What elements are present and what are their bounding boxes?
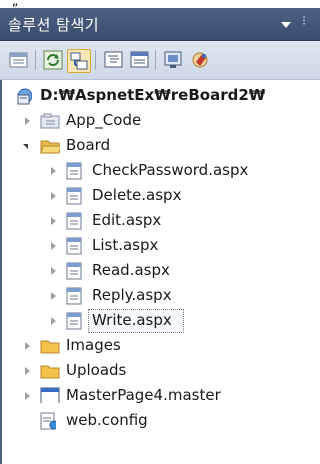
aspx-file-icon: [66, 237, 82, 255]
tree-item-label: Uploads: [66, 361, 127, 379]
expand-icon[interactable]: [25, 117, 30, 125]
tree-item-checkpassword-aspx[interactable]: CheckPassword.aspx: [2, 159, 320, 183]
tree-item-label: List.aspx: [92, 236, 159, 254]
expand-icon[interactable]: [51, 242, 56, 250]
chevron-down-icon[interactable]: [281, 22, 291, 28]
panel-title: 솔루션 탐색기: [8, 16, 100, 34]
tree-item-reply-aspx[interactable]: Reply.aspx: [2, 284, 320, 308]
tree-item-write-aspx[interactable]: Write.aspx: [2, 309, 320, 333]
expand-icon[interactable]: [25, 367, 30, 375]
view-code-button[interactable]: [103, 49, 125, 71]
tree-item-web-config[interactable]: web.config: [2, 409, 320, 433]
tree-item-label: Images: [66, 336, 121, 354]
tree-item-label: MasterPage4.master: [66, 386, 221, 404]
aspx-file-icon: [66, 287, 82, 305]
tree-item-uploads[interactable]: Uploads: [2, 359, 320, 383]
copy-website-icon: [164, 51, 182, 68]
aspx-file-icon: [66, 187, 82, 205]
tree-root-label: D:₩AspnetEx₩reBoard2₩: [40, 86, 266, 104]
view-code-icon: [104, 51, 123, 68]
tree-item-label: Board: [66, 136, 111, 154]
nest-related-files-button[interactable]: [67, 49, 91, 73]
open-folder-icon: [40, 140, 60, 154]
special-folder-icon: [40, 113, 60, 129]
aspx-file-icon: [66, 162, 82, 180]
tree-item-label: Read.aspx: [92, 261, 170, 279]
properties-button[interactable]: [8, 49, 30, 71]
expand-icon[interactable]: [51, 292, 56, 300]
folder-icon: [40, 365, 60, 379]
tree-item-board[interactable]: Board: [2, 134, 320, 158]
tree-item-app-code[interactable]: App_Code: [2, 109, 320, 133]
refresh-button[interactable]: [42, 49, 64, 71]
expand-icon[interactable]: [25, 392, 30, 400]
tree-item-delete-aspx[interactable]: Delete.aspx: [2, 184, 320, 208]
expand-icon[interactable]: [51, 317, 56, 325]
aspx-file-icon: [66, 312, 82, 330]
tree-item-label: App_Code: [66, 111, 142, 129]
top-strip: „: [0, 0, 320, 8]
tree-item-label: Reply.aspx: [92, 286, 172, 304]
aspx-file-icon: [66, 262, 82, 280]
collapse-icon[interactable]: [23, 144, 28, 149]
pin-icon[interactable]: ⁝: [302, 14, 320, 34]
tree-item-masterpage4-master[interactable]: MasterPage4.master: [2, 384, 320, 408]
config-file-icon: [40, 412, 56, 430]
copy-website-button[interactable]: [163, 49, 185, 71]
folder-icon: [40, 340, 60, 354]
tree-item-read-aspx[interactable]: Read.aspx: [2, 259, 320, 283]
tree-item-label: Write.aspx: [92, 311, 172, 329]
tree-item-label: Edit.aspx: [92, 211, 162, 229]
expand-icon[interactable]: [51, 192, 56, 200]
tree-item-images[interactable]: Images: [2, 334, 320, 358]
expand-icon[interactable]: [25, 342, 30, 350]
tree-item-label: web.config: [66, 411, 148, 429]
top-glyph: „: [12, 0, 19, 8]
tree-item-label: Delete.aspx: [92, 186, 182, 204]
view-designer-button[interactable]: [129, 49, 151, 71]
tree-item-label: CheckPassword.aspx: [92, 161, 249, 179]
asp-net-configuration-button[interactable]: [190, 49, 212, 71]
tree-root[interactable]: D:₩AspnetEx₩reBoard2₩: [2, 84, 320, 108]
tree-item-list-aspx[interactable]: List.aspx: [2, 234, 320, 258]
solution-explorer-toolbar: [0, 41, 320, 80]
expand-icon[interactable]: [51, 217, 56, 225]
website-project-icon: [17, 88, 32, 105]
tree-item-edit-aspx[interactable]: Edit.aspx: [2, 209, 320, 233]
expand-icon[interactable]: [51, 267, 56, 275]
nest-related-files-icon: [70, 52, 88, 70]
refresh-icon: [43, 50, 63, 70]
panel-titlebar: 솔루션 탐색기 ⁝: [0, 8, 320, 41]
expand-icon[interactable]: [51, 167, 56, 175]
asp-net-configuration-icon: [192, 52, 208, 68]
aspx-file-icon: [66, 212, 82, 230]
master-page-icon: [40, 387, 60, 403]
view-designer-icon: [130, 51, 149, 68]
properties-icon: [9, 52, 28, 68]
solution-tree: D:₩AspnetEx₩reBoard2₩ App_Code Board Che…: [0, 80, 320, 464]
